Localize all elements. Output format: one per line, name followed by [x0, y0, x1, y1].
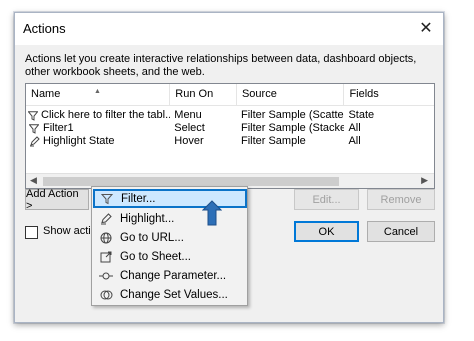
filter-icon [95, 193, 119, 205]
row-name: Filter1 [43, 122, 74, 134]
show-actions-checkbox[interactable] [25, 226, 38, 239]
scroll-right-icon[interactable]: ▶ [421, 175, 428, 186]
remove-button[interactable]: Remove [367, 189, 435, 210]
row-fields: All [348, 135, 361, 147]
title-bar: Actions ✕ [15, 13, 443, 45]
table-row[interactable]: Filter1 Select Filter Sample (Stacke... … [26, 122, 434, 135]
edit-button[interactable]: Edit... [294, 189, 359, 210]
column-header-fields[interactable]: Fields [344, 84, 434, 106]
callout-arrow-icon [202, 200, 222, 226]
add-action-button[interactable]: Add Action > [25, 188, 89, 212]
filter-icon [28, 110, 38, 122]
row-source: Filter Sample [240, 135, 306, 147]
menu-item-go-to-sheet[interactable]: Go to Sheet... [94, 247, 245, 266]
sort-arrow-icon: ▲ [94, 88, 101, 95]
go-to-sheet-icon [94, 251, 118, 263]
column-header-name[interactable]: ▲ Name [26, 84, 171, 106]
highlighter-icon [28, 136, 40, 148]
dialog-title: Actions [23, 21, 66, 36]
actions-table[interactable]: ▲ Name Run On Source Fields Click here t… [25, 83, 435, 189]
row-source: Filter Sample (Stacke... [240, 122, 345, 134]
ok-button[interactable]: OK [294, 221, 359, 242]
scroll-left-icon[interactable]: ◀ [30, 175, 37, 186]
set-values-icon [94, 289, 118, 301]
table-header: ▲ Name Run On Source Fields [26, 84, 434, 106]
row-name: Click here to filter the tabl... [41, 109, 171, 121]
close-icon[interactable]: ✕ [413, 16, 439, 40]
menu-item-filter[interactable]: Filter... [93, 189, 247, 208]
row-name: Highlight State [43, 135, 115, 147]
table-body: Click here to filter the tabl... Menu Fi… [26, 109, 434, 148]
row-fields: All [348, 122, 361, 134]
highlighter-icon [94, 212, 118, 225]
globe-icon [94, 232, 118, 244]
dialog-description: Actions let you create interactive relat… [25, 53, 417, 78]
row-source: Filter Sample (Scatter... [240, 109, 345, 121]
table-row[interactable]: Highlight State Hover Filter Sample All [26, 135, 434, 148]
row-run-on: Hover [174, 135, 204, 147]
menu-item-change-set-values[interactable]: Change Set Values... [94, 285, 245, 304]
scrollbar-thumb[interactable] [43, 177, 339, 186]
menu-item-highlight[interactable]: Highlight... [94, 209, 245, 228]
menu-item-go-to-url[interactable]: Go to URL... [94, 228, 245, 247]
row-run-on: Menu [174, 109, 202, 121]
parameter-icon [94, 271, 118, 281]
row-run-on: Select [174, 122, 205, 134]
filter-icon [28, 123, 40, 135]
table-row[interactable]: Click here to filter the tabl... Menu Fi… [26, 109, 434, 122]
column-header-run-on[interactable]: Run On [170, 84, 237, 106]
row-fields: State [348, 109, 375, 121]
column-header-source[interactable]: Source [237, 84, 345, 106]
menu-item-change-parameter[interactable]: Change Parameter... [94, 266, 245, 285]
cancel-button[interactable]: Cancel [367, 221, 435, 242]
add-action-menu: Filter... Highlight... Go to URL... Go t… [91, 186, 248, 306]
